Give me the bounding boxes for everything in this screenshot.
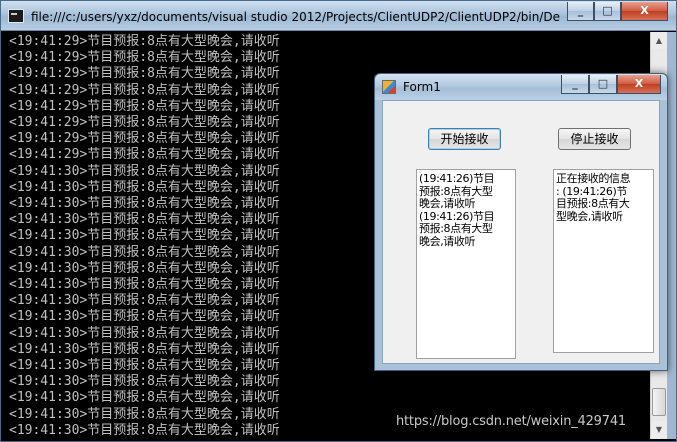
form1-close-button[interactable]: X — [617, 75, 661, 94]
form1-title: Form1 — [403, 80, 441, 94]
scrollbar-thumb[interactable] — [652, 388, 666, 416]
console-titlebar[interactable]: file:///c:/users/yxz/documents/visual st… — [1, 1, 676, 31]
form1-minimize-button[interactable]: _ — [561, 75, 589, 94]
list-item: 预报:8点有大型 — [419, 222, 493, 235]
scroll-down-arrow-icon[interactable]: ▼ — [651, 421, 667, 438]
console-window-title: file:///c:/users/yxz/documents/visual st… — [31, 10, 561, 24]
form1-titlebar[interactable]: Form1 _ □ X — [375, 74, 667, 100]
list-item: 正在接收的信息 — [556, 172, 631, 185]
form1-window: Form1 _ □ X 开始接收 停止接收 (19:41:26)节目 预报:8点有… — [374, 73, 668, 371]
list-item: 型晚会,请收听 — [556, 209, 623, 223]
list-item: 晚会,请收听 — [419, 234, 476, 248]
form1-maximize-button[interactable]: □ — [589, 75, 617, 94]
form1-client-area: 开始接收 停止接收 (19:41:26)节目 预报:8点有大型 晚会,请收听 (19:… — [382, 100, 660, 364]
console-close-button[interactable]: X — [621, 2, 668, 21]
console-minimize-button[interactable]: _ — [567, 2, 594, 21]
watermark-text: https://blog.csdn.net/weixin_429741 — [396, 414, 626, 429]
console-line: <19:41:29>节目预报:8点有大型晚会,请收听 — [9, 34, 280, 49]
scroll-up-arrow-icon[interactable]: ▲ — [651, 32, 667, 49]
console-maximize-button[interactable]: □ — [594, 2, 621, 21]
status-listbox[interactable]: 正在接收的信息: (19:41:26)节 目预报:8点有大 型晚会,请收听 — [553, 169, 654, 353]
list-item: 晚会,请收听 — [419, 197, 476, 210]
console-line: <19:41:29>节目预报:8点有大型晚会,请收听 — [9, 50, 280, 66]
console-frame-edge — [667, 32, 676, 439]
console-line: <19:41:30>节目预报:8点有大型晚会,请收听 — [9, 390, 280, 406]
start-receive-button[interactable]: 开始接收 — [428, 128, 501, 150]
list-item: (19:41:26)节目 — [419, 172, 495, 185]
console-app-icon — [8, 9, 24, 23]
list-item: 目预报:8点有大 — [556, 197, 630, 210]
form1-app-icon — [382, 80, 396, 94]
console-line: <19:41:30>节目预报:8点有大型晚会,请收听 — [9, 374, 280, 390]
stop-receive-button[interactable]: 停止接收 — [558, 128, 631, 150]
received-messages-listbox[interactable]: (19:41:26)节目 预报:8点有大型 晚会,请收听 (19:41:26)节目 预报… — [416, 169, 516, 359]
